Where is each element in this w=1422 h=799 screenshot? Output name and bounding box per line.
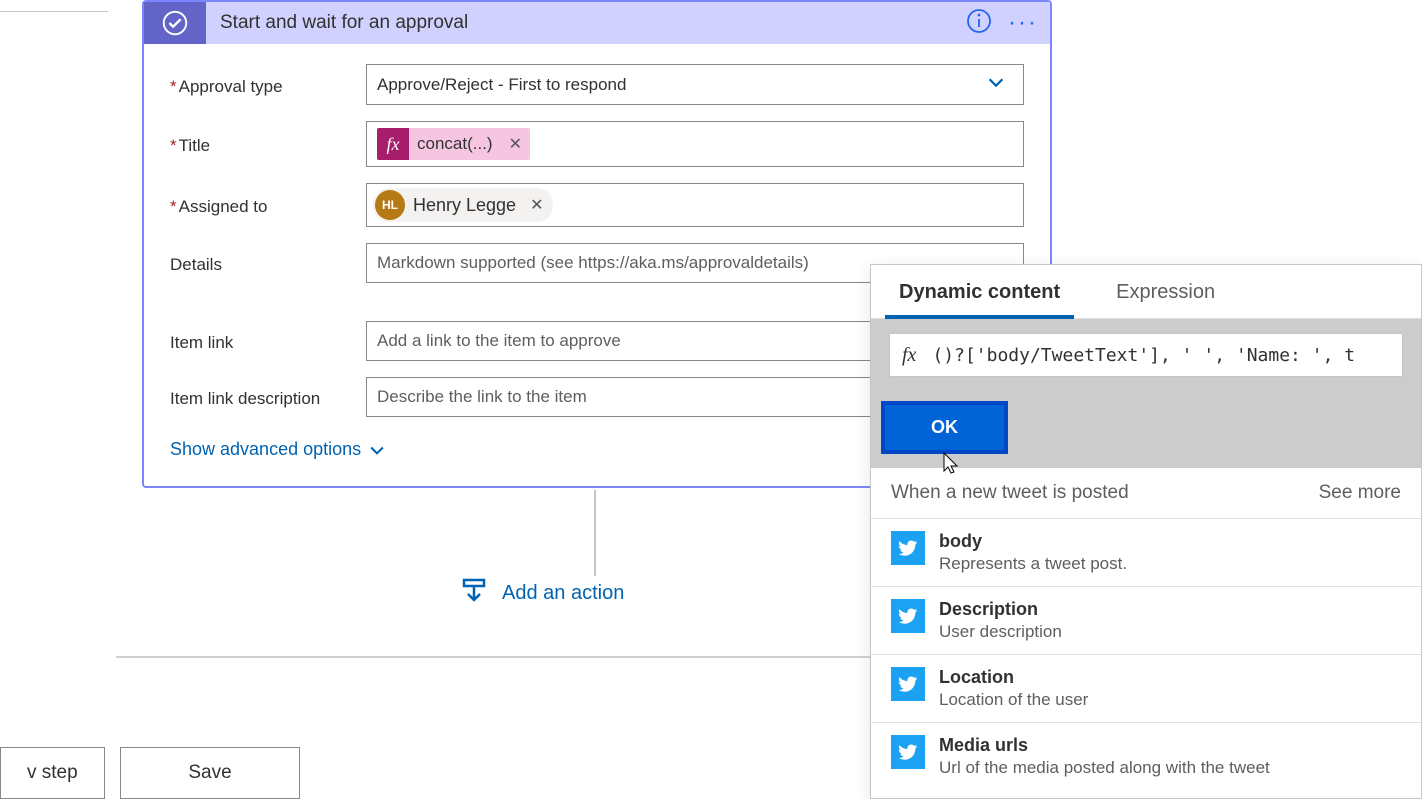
fx-icon: fx <box>902 344 916 367</box>
expression-text: ()?['body/TweetText'], ' ', 'Name: ', t <box>932 345 1355 366</box>
dc-item-title: Location <box>939 667 1088 688</box>
label-item-link: Item link <box>170 329 366 353</box>
dc-item-media-urls[interactable]: Media urls Url of the media posted along… <box>871 723 1421 790</box>
twitter-icon <box>891 735 925 769</box>
dc-item-title: body <box>939 531 1127 552</box>
info-icon[interactable] <box>966 8 992 39</box>
show-advanced-toggle[interactable]: Show advanced options <box>170 439 387 460</box>
approval-type-select[interactable]: Approve/Reject - First to respond <box>366 64 1024 105</box>
show-advanced-label: Show advanced options <box>170 439 361 460</box>
chevron-down-icon <box>985 71 1007 98</box>
card-header[interactable]: Start and wait for an approval ··· <box>144 2 1050 44</box>
canvas: Start and wait for an approval ··· *Appr… <box>0 0 1422 799</box>
add-action-label: Add an action <box>502 582 624 605</box>
expression-input[interactable]: fx ()?['body/TweetText'], ' ', 'Name: ',… <box>889 333 1403 377</box>
dc-item-desc: User description <box>939 622 1062 642</box>
label-assigned-to: *Assigned to <box>170 193 366 217</box>
dc-item-location[interactable]: Location Location of the user <box>871 655 1421 723</box>
twitter-icon <box>891 531 925 565</box>
dc-item-desc: Url of the media posted along with the t… <box>939 758 1270 778</box>
person-chip[interactable]: HL Henry Legge ✕ <box>373 188 553 222</box>
row-title: *Title fx concat(...) ✕ <box>170 121 1024 167</box>
twitter-icon <box>891 599 925 633</box>
left-strip <box>0 0 108 12</box>
section-title: When a new tweet is posted <box>891 482 1129 504</box>
label-title: *Title <box>170 132 366 156</box>
dynamic-content-panel: Dynamic content Expression fx ()?['body/… <box>870 264 1422 799</box>
dc-item-desc: Location of the user <box>939 690 1088 710</box>
chevron-down-icon <box>367 440 387 460</box>
ok-wrap: OK <box>871 391 1421 468</box>
dc-item-text: Media urls Url of the media posted along… <box>939 735 1270 778</box>
ok-highlight: OK <box>881 401 1008 454</box>
twitter-icon <box>891 667 925 701</box>
more-icon[interactable]: ··· <box>1008 9 1038 37</box>
connector-line <box>594 490 596 576</box>
tab-dynamic-content[interactable]: Dynamic content <box>871 265 1088 318</box>
fx-token[interactable]: fx concat(...) ✕ <box>377 128 530 160</box>
card-title: Start and wait for an approval <box>206 12 950 34</box>
tab-expression[interactable]: Expression <box>1088 265 1243 318</box>
label-approval-type: *Approval type <box>170 73 366 97</box>
save-button[interactable]: Save <box>120 747 300 799</box>
approval-icon <box>144 2 206 44</box>
dc-item-desc: Represents a tweet post. <box>939 554 1127 574</box>
row-approval-type: *Approval type Approve/Reject - First to… <box>170 64 1024 105</box>
avatar: HL <box>375 190 405 220</box>
panel-tabs: Dynamic content Expression <box>871 265 1421 319</box>
expression-row: fx ()?['body/TweetText'], ' ', 'Name: ',… <box>871 319 1421 391</box>
person-name: Henry Legge <box>413 195 516 216</box>
fx-icon: fx <box>377 128 409 160</box>
dc-item-title: Media urls <box>939 735 1270 756</box>
dc-item-text: body Represents a tweet post. <box>939 531 1127 574</box>
fx-token-label: concat(...) <box>409 134 501 154</box>
label-item-link-desc: Item link description <box>170 385 366 409</box>
add-action-icon <box>460 576 488 610</box>
new-step-button[interactable]: v step <box>0 747 105 799</box>
title-input[interactable]: fx concat(...) ✕ <box>366 121 1024 167</box>
section-header: When a new tweet is posted See more <box>871 468 1421 519</box>
approval-type-value: Approve/Reject - First to respond <box>377 75 626 95</box>
label-details: Details <box>170 251 366 275</box>
add-action-button[interactable]: Add an action <box>460 576 624 610</box>
remove-fx-icon[interactable]: ✕ <box>501 134 530 154</box>
row-assigned-to: *Assigned to HL Henry Legge ✕ <box>170 183 1024 227</box>
dc-item-text: Location Location of the user <box>939 667 1088 710</box>
see-more-link[interactable]: See more <box>1319 482 1401 504</box>
ok-button[interactable]: OK <box>885 405 1004 450</box>
dc-item-description[interactable]: Description User description <box>871 587 1421 655</box>
dc-item-title: Description <box>939 599 1062 620</box>
remove-person-icon[interactable]: ✕ <box>530 195 543 215</box>
assigned-to-input[interactable]: HL Henry Legge ✕ <box>366 183 1024 227</box>
dc-item-body[interactable]: body Represents a tweet post. <box>871 519 1421 587</box>
dc-item-text: Description User description <box>939 599 1062 642</box>
